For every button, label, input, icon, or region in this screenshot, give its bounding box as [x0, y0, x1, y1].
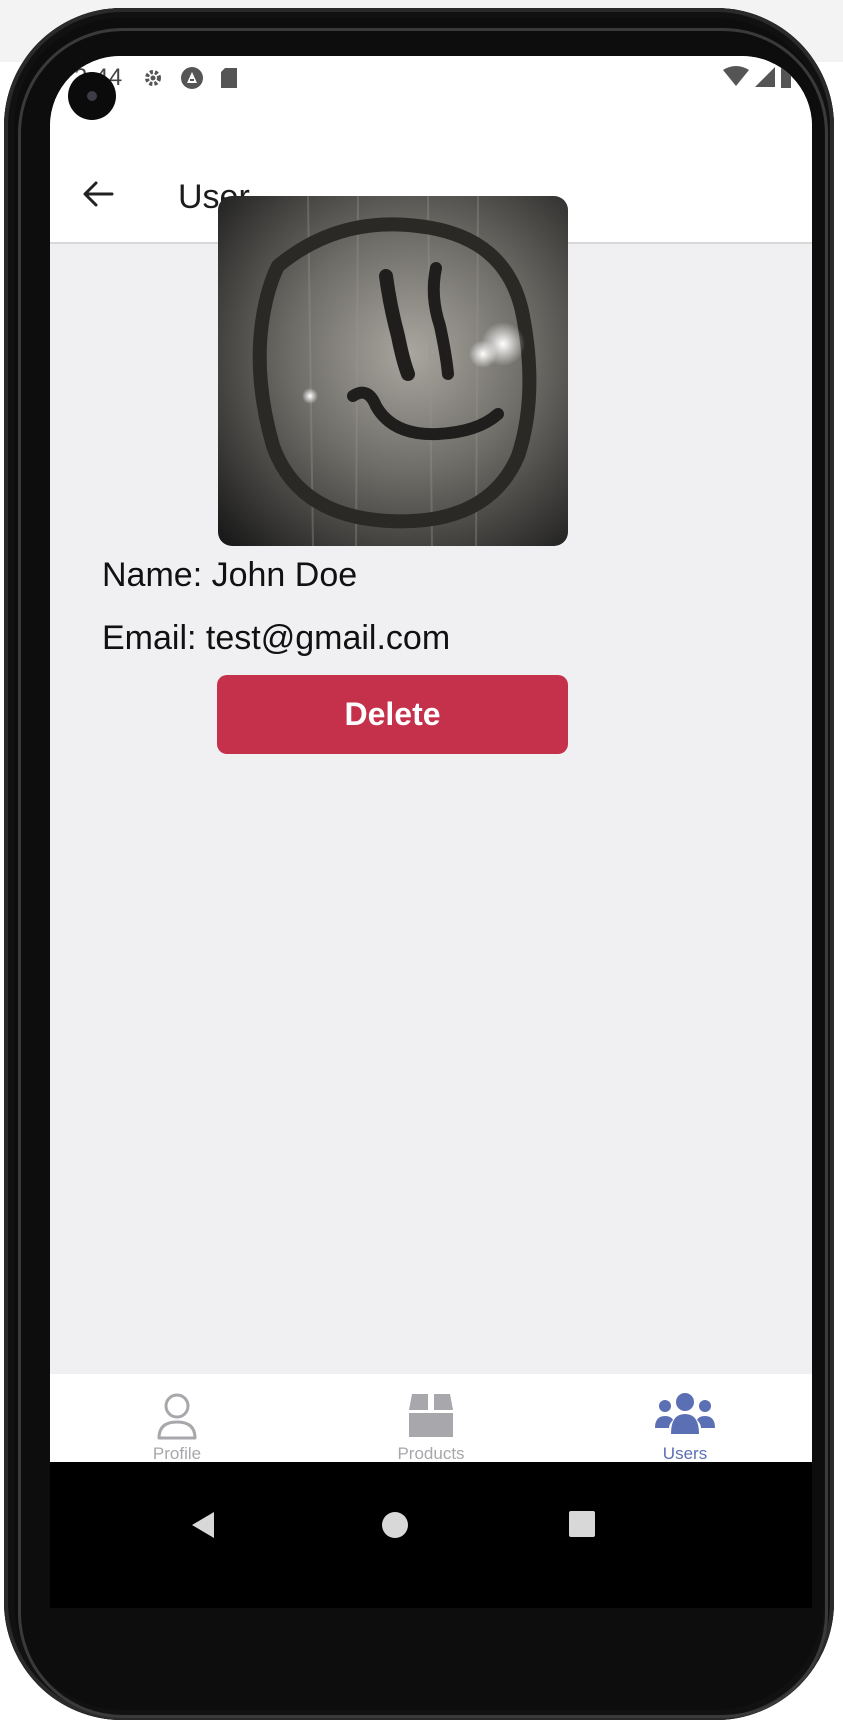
- signal-icon: [754, 66, 776, 93]
- arrow-left-icon[interactable]: [80, 176, 116, 212]
- system-nav-bar: [50, 1462, 812, 1608]
- back-triangle-icon[interactable]: [190, 1510, 216, 1545]
- wifi-icon: [722, 66, 750, 93]
- status-left-icons: [142, 66, 238, 95]
- person-icon: [155, 1392, 199, 1447]
- box-icon: [406, 1392, 456, 1443]
- status-right-icons: [722, 66, 792, 93]
- status-bar: 3:44: [50, 56, 812, 114]
- user-email-text: Email: test@gmail.com: [102, 619, 451, 657]
- home-circle-icon[interactable]: [380, 1510, 410, 1545]
- tab-label-profile: Profile: [152, 1444, 202, 1463]
- a-badge-icon: [180, 66, 204, 95]
- recents-square-icon[interactable]: [568, 1510, 596, 1543]
- tab-label-users: Users: [662, 1444, 708, 1463]
- battery-icon: [780, 66, 792, 93]
- user-avatar-photo: [218, 196, 568, 546]
- user-name-text: Name: John Doe: [102, 556, 358, 594]
- sd-card-icon: [220, 67, 238, 94]
- tab-label-products: Products: [397, 1444, 465, 1463]
- delete-button[interactable]: Delete: [217, 675, 568, 754]
- gear-icon: [142, 67, 164, 94]
- phone-screen: 3:44: [50, 56, 812, 1608]
- users-icon: [655, 1392, 715, 1441]
- phone-frame: 3:44: [4, 8, 834, 1720]
- front-camera: [68, 72, 116, 120]
